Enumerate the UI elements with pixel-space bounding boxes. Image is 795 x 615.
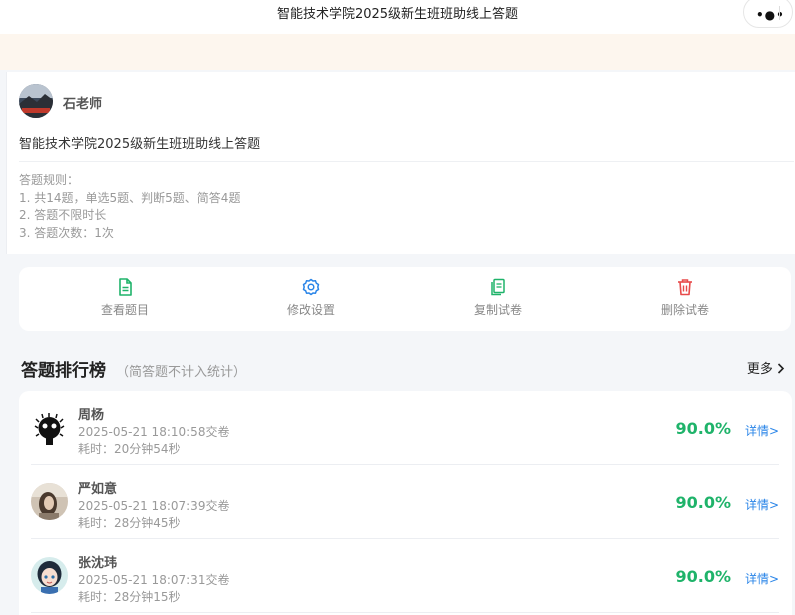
ranking-row: 张沈玮 2025-05-21 18:07:31交卷 耗时：28分钟15秒 90.…	[31, 539, 779, 613]
user-avatar	[31, 557, 68, 594]
copy-paper-label: 复制试卷	[473, 303, 522, 317]
rule-item: 1. 共14题，单选5题、判断5题、简答4题	[19, 190, 241, 205]
notice-banner	[0, 34, 795, 70]
ranking-row: 周杨 2025-05-21 18:10:58交卷 耗时：20分钟54秒 90.0…	[31, 391, 779, 465]
delete-paper-button[interactable]: 删除试卷	[625, 277, 745, 318]
capsule-divider	[779, 6, 780, 20]
ranking-list: 周杨 2025-05-21 18:10:58交卷 耗时：20分钟54秒 90.0…	[19, 391, 792, 615]
view-questions-button[interactable]: 查看题目	[65, 277, 185, 318]
submit-time: 2025-05-21 18:07:39交卷	[78, 499, 230, 513]
user-avatar	[31, 483, 68, 520]
time-spent: 耗时：28分钟45秒	[78, 516, 181, 530]
score: 90.0%	[675, 419, 731, 438]
more-link[interactable]: 更多	[747, 358, 785, 377]
more-dots-icon: •●•	[756, 8, 785, 22]
ranking-title: 答题排行榜	[21, 361, 106, 381]
user-name: 严如意	[78, 482, 118, 497]
detail-link[interactable]: 详情>	[745, 570, 779, 587]
capsule-menu-button[interactable]: •●•	[743, 0, 793, 28]
edit-settings-button[interactable]: 修改设置	[251, 277, 371, 318]
edit-settings-label: 修改设置	[286, 303, 335, 317]
rules-heading: 答题规则：	[19, 173, 80, 187]
rule-item: 3. 答题次数：1次	[19, 225, 114, 240]
time-spent: 耗时：20分钟54秒	[78, 442, 181, 456]
quiz-title: 智能技术学院2025级新生班班助线上答题	[19, 137, 261, 152]
document-icon	[119, 278, 132, 296]
action-bar: 查看题目 修改设置 复制试卷 删除试卷	[19, 267, 791, 331]
ranking-header: 答题排行榜 （简答题不计入统计）	[21, 356, 246, 381]
time-spent: 耗时：28分钟15秒	[78, 590, 181, 604]
author-avatar	[19, 84, 53, 118]
copy-icon	[491, 278, 505, 296]
gear-icon	[302, 278, 320, 296]
delete-paper-label: 删除试卷	[660, 303, 709, 317]
rule-item: 2. 答题不限时长	[19, 208, 107, 222]
view-questions-label: 查看题目	[100, 303, 149, 317]
submit-time: 2025-05-21 18:10:58交卷	[78, 425, 230, 439]
chevron-right-icon	[777, 363, 785, 374]
quiz-rules: 答题规则： 1. 共14题，单选5题、判断5题、简答4题 2. 答题不限时长 3…	[19, 172, 240, 242]
user-avatar	[31, 409, 68, 446]
score: 90.0%	[675, 493, 731, 512]
more-label: 更多	[746, 362, 773, 377]
ranking-subtitle: （简答题不计入统计）	[116, 365, 247, 380]
user-name: 周杨	[78, 408, 105, 423]
navigation-bar: 智能技术学院2025级新生班班助线上答题 •●•	[0, 0, 795, 34]
detail-link[interactable]: 详情>	[745, 496, 779, 513]
ranking-row: 严如意 2025-05-21 18:07:39交卷 耗时：28分钟45秒 90.…	[31, 465, 779, 539]
quiz-info-card: 石老师 智能技术学院2025级新生班班助线上答题 答题规则： 1. 共14题，单…	[6, 72, 795, 254]
user-name: 张沈玮	[78, 556, 118, 571]
trash-icon	[678, 279, 692, 296]
divider	[19, 161, 794, 162]
copy-paper-button[interactable]: 复制试卷	[438, 277, 558, 318]
author-name: 石老师	[63, 97, 103, 112]
score: 90.0%	[675, 567, 731, 586]
page-title: 智能技术学院2025级新生班班助线上答题	[276, 7, 519, 22]
detail-link[interactable]: 详情>	[745, 422, 779, 439]
submit-time: 2025-05-21 18:07:31交卷	[78, 573, 230, 587]
